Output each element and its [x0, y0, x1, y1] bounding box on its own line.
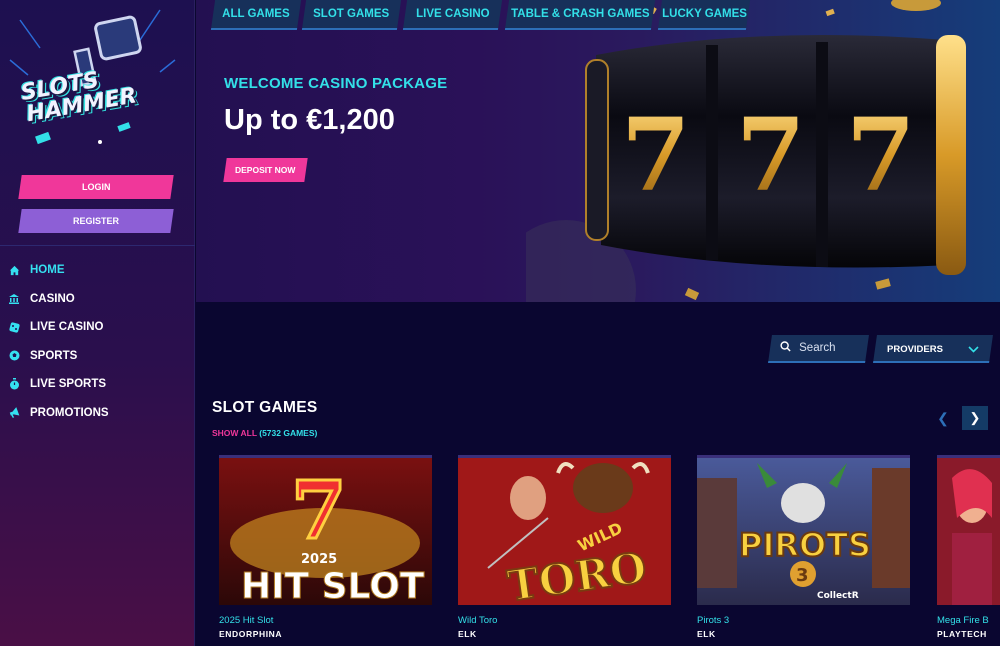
- sidebar-item-casino[interactable]: CASINO: [0, 285, 195, 314]
- login-button[interactable]: LOGIN: [18, 175, 174, 199]
- svg-text:3: 3: [796, 565, 809, 586]
- sidebar-item-label: LIVE SPORTS: [30, 378, 107, 391]
- home-icon: [7, 263, 21, 277]
- dice-icon: [7, 320, 21, 334]
- games-count: (5732 GAMES): [259, 428, 318, 438]
- tab-label: LIVE CASINO: [415, 8, 490, 20]
- game-card-2025-hit-slot[interactable]: 7 2025 HIT SLOT 2025 Hit Slot ENDORPHINA: [219, 455, 432, 639]
- tab-table-crash-games[interactable]: TABLE & CRASH GAMES: [504, 0, 656, 30]
- tab-label: ALL GAMES: [222, 8, 290, 20]
- tab-slot-games[interactable]: SLOT GAMES: [301, 0, 402, 30]
- chevron-left-icon: ❮: [937, 410, 949, 426]
- sidebar: SLOTS HAMMER LOGIN REGISTER HOME CASINO …: [0, 0, 195, 646]
- sidebar-item-promotions[interactable]: PROMOTIONS: [0, 399, 195, 428]
- sidebar-item-live-casino[interactable]: LIVE CASINO: [0, 313, 195, 342]
- deposit-now-label: DEPOSIT NOW: [235, 165, 296, 175]
- svg-text:7: 7: [846, 96, 916, 214]
- tab-lucky-games[interactable]: LUCKY GAMES: [657, 0, 751, 30]
- sidebar-item-sports[interactable]: SPORTS: [0, 342, 195, 371]
- game-name: Pirots 3: [697, 615, 730, 626]
- register-button[interactable]: REGISTER: [18, 209, 174, 233]
- game-thumbnail: [937, 455, 1000, 605]
- game-card-mega-fire-b[interactable]: Mega Fire B PLAYTECH: [937, 455, 1000, 639]
- svg-text:7: 7: [736, 96, 806, 214]
- game-name: Mega Fire B: [937, 615, 989, 626]
- hero-banner[interactable]: 7 7 7 WELCOME CASINO PACKAGE Up to €1,20…: [196, 0, 1000, 302]
- login-label: LOGIN: [81, 182, 111, 192]
- tab-live-casino[interactable]: LIVE CASINO: [402, 0, 503, 30]
- slot-reel-art-icon: 7 7 7: [526, 0, 966, 302]
- section-title: SLOT GAMES: [212, 399, 318, 416]
- hero-subtitle: WELCOME CASINO PACKAGE: [224, 75, 448, 92]
- search-icon: [780, 339, 791, 357]
- carousel-next-button[interactable]: ❯: [962, 406, 988, 430]
- tab-label: LUCKY GAMES: [661, 8, 747, 20]
- game-name: 2025 Hit Slot: [219, 615, 274, 626]
- game-thumbnail: TORO WILD: [458, 455, 671, 605]
- register-label: REGISTER: [72, 216, 119, 226]
- deposit-now-button[interactable]: DEPOSIT NOW: [223, 158, 308, 182]
- chevron-right-icon: ❯: [969, 410, 981, 425]
- search-box[interactable]: [768, 335, 869, 363]
- logo[interactable]: SLOTS HAMMER: [0, 0, 195, 160]
- svg-text:HIT SLOT: HIT SLOT: [241, 566, 425, 605]
- show-all-link[interactable]: SHOW ALL (5732 GAMES): [212, 428, 317, 438]
- providers-dropdown[interactable]: PROVIDERS: [873, 335, 993, 363]
- svg-text:7: 7: [291, 463, 347, 557]
- sidebar-item-live-sports[interactable]: LIVE SPORTS: [0, 370, 195, 399]
- search-input[interactable]: [799, 342, 860, 354]
- game-provider: PLAYTECH: [937, 629, 987, 639]
- tab-label: SLOT GAMES: [313, 8, 390, 20]
- svg-text:2025: 2025: [301, 552, 337, 567]
- svg-text:CollectR: CollectR: [817, 591, 859, 601]
- casino-icon: [7, 292, 21, 306]
- chevron-down-icon: [968, 340, 979, 358]
- game-card-wild-toro[interactable]: TORO WILD Wild Toro ELK: [458, 455, 671, 639]
- sidebar-item-label: HOME: [30, 264, 65, 277]
- game-provider: ENDORPHINA: [219, 629, 283, 639]
- game-thumbnail: PIROTS 3 CollectR: [697, 455, 910, 605]
- game-name: Wild Toro: [458, 615, 498, 626]
- game-provider: ELK: [458, 629, 477, 639]
- tab-all-games[interactable]: ALL GAMES: [210, 0, 302, 30]
- sidebar-divider: [0, 245, 195, 246]
- svg-text:7: 7: [621, 96, 691, 214]
- carousel-prev-button[interactable]: ❮: [931, 406, 955, 430]
- show-all-label: SHOW ALL: [212, 428, 257, 438]
- sidebar-item-label: CASINO: [30, 292, 75, 305]
- game-thumbnail: 7 2025 HIT SLOT: [219, 455, 432, 605]
- megaphone-icon: [7, 406, 21, 420]
- hero-title: Up to €1,200: [224, 104, 395, 136]
- providers-label: PROVIDERS: [887, 343, 943, 355]
- sidebar-item-home[interactable]: HOME: [0, 256, 195, 285]
- sidebar-item-label: LIVE CASINO: [30, 321, 104, 334]
- game-provider: ELK: [697, 629, 716, 639]
- sidebar-item-label: SPORTS: [30, 349, 78, 362]
- sidebar-nav: HOME CASINO LIVE CASINO SPORTS LIVE SPOR…: [0, 256, 195, 427]
- sidebar-item-label: PROMOTIONS: [30, 406, 109, 419]
- stopwatch-icon: [7, 377, 21, 391]
- game-card-pirots-3[interactable]: PIROTS 3 CollectR Pirots 3 ELK: [697, 455, 910, 639]
- svg-text:PIROTS: PIROTS: [739, 526, 871, 564]
- tab-label: TABLE & CRASH GAMES: [510, 8, 650, 20]
- ball-icon: [7, 349, 21, 363]
